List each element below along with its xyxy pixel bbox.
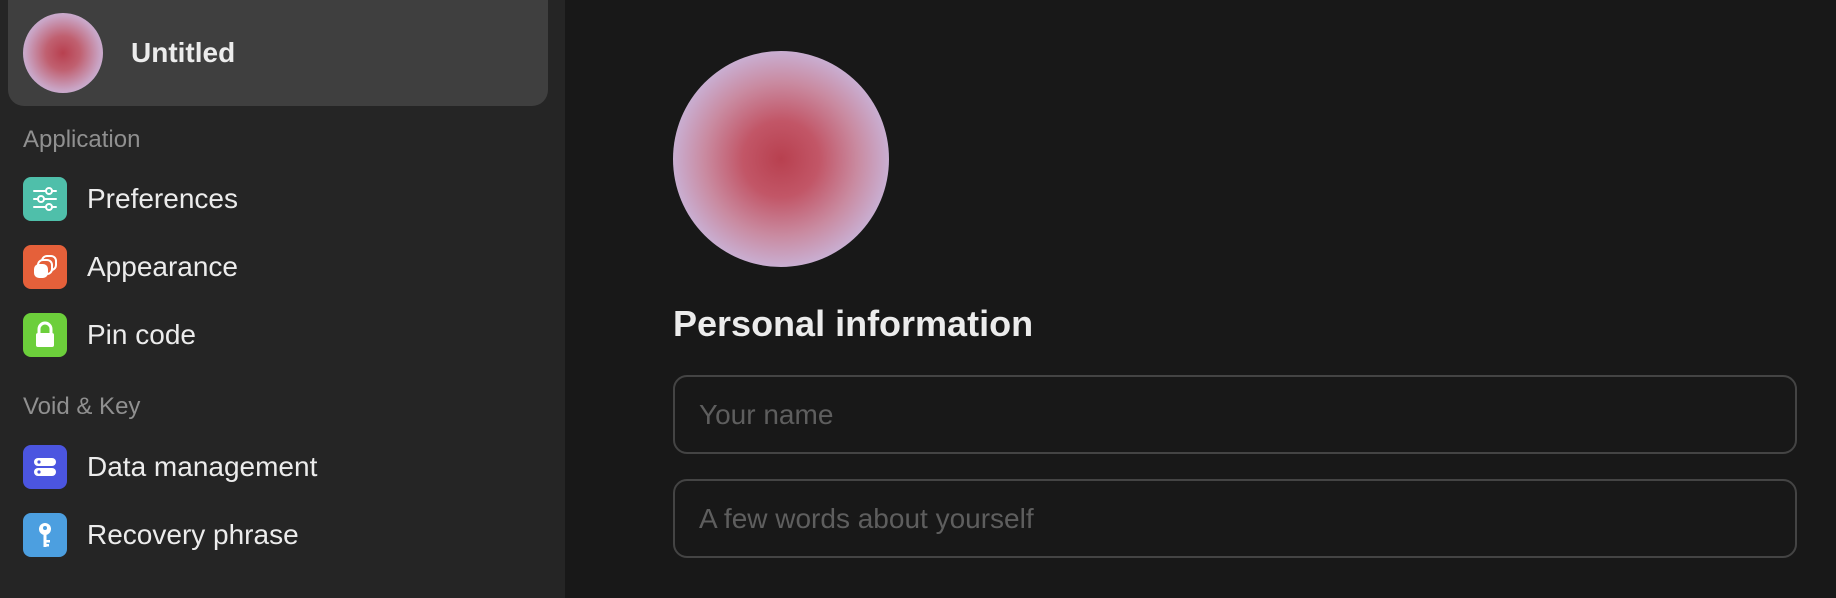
sidebar-item-label: Data management [87, 451, 318, 482]
database-icon [23, 445, 67, 489]
sidebar-item-pin-code[interactable]: Pin code [23, 313, 543, 357]
page-title: Personal information [673, 303, 1034, 344]
bio-input[interactable] [673, 479, 1797, 558]
profile-name: Untitled [131, 37, 236, 68]
profile-avatar-large[interactable] [673, 51, 889, 267]
sidebar: Untitled Application Preferences Appeara… [0, 0, 565, 598]
section-title-void-key: Void & Key [23, 393, 141, 420]
sidebar-item-data-management[interactable]: Data management [23, 445, 543, 489]
lock-icon [23, 313, 67, 357]
profile-card[interactable]: Untitled [8, 0, 548, 106]
main-content: Personal information [565, 0, 1836, 598]
name-input[interactable] [673, 375, 1797, 454]
sidebar-item-label: Preferences [87, 183, 238, 214]
sidebar-item-preferences[interactable]: Preferences [23, 177, 543, 221]
sliders-icon [23, 177, 67, 221]
sidebar-item-label: Appearance [87, 251, 239, 282]
sidebar-item-label: Pin code [87, 319, 196, 350]
key-icon [23, 513, 67, 557]
layers-icon [23, 245, 67, 289]
app-window: Untitled Application Preferences Appeara… [0, 0, 1836, 598]
sidebar-item-appearance[interactable]: Appearance [23, 245, 543, 289]
section-title-application: Application [23, 126, 141, 153]
sidebar-item-recovery-phrase[interactable]: Recovery phrase [23, 513, 543, 557]
avatar [23, 13, 103, 93]
sidebar-item-label: Recovery phrase [87, 519, 299, 550]
